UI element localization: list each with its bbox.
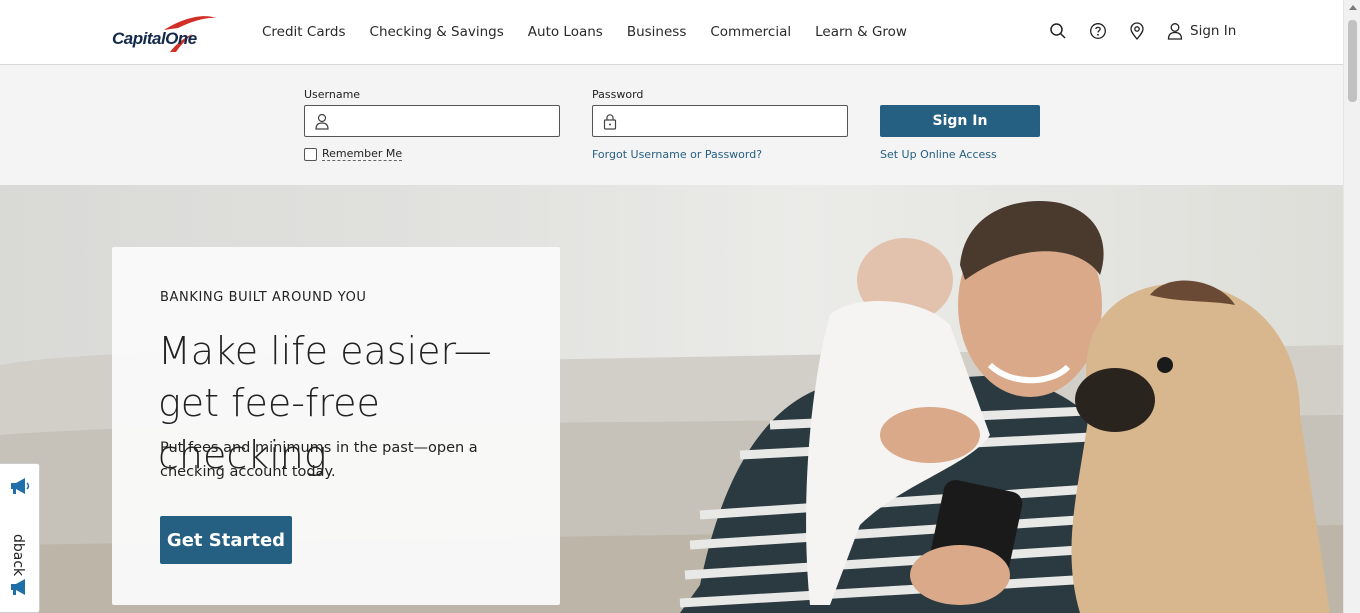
location-icon	[1130, 22, 1144, 40]
password-label: Password	[592, 88, 644, 101]
hero-subtext: Put fees and minimums in the past—open a…	[160, 440, 478, 480]
nav-item-auto-loans[interactable]: Auto Loans	[528, 24, 603, 40]
capital-one-logo[interactable]: CapitalOne	[112, 14, 224, 56]
help-button[interactable]	[1089, 22, 1107, 40]
lock-icon	[603, 114, 617, 130]
site-header: CapitalOne Credit Cards Checking & Savin…	[0, 0, 1343, 65]
username-label: Username	[304, 88, 361, 101]
scroll-up-icon[interactable]	[1349, 5, 1357, 10]
user-icon	[315, 113, 329, 130]
remember-me-checkbox[interactable]	[304, 147, 317, 161]
logo-text: CapitalOne	[112, 29, 197, 48]
hero-eyebrow: BANKING BUILT AROUND YOU	[160, 290, 367, 305]
hero-banner: BANKING BUILT AROUND YOU Make life easie…	[0, 185, 1343, 613]
help-icon	[1090, 23, 1106, 39]
feedback-label: dback	[10, 534, 26, 577]
main-nav: Credit Cards Checking & Savings Auto Loa…	[262, 24, 931, 40]
location-button[interactable]	[1129, 22, 1145, 40]
scrollbar-thumb[interactable]	[1348, 20, 1357, 102]
sign-in-button[interactable]: Sign In	[880, 105, 1040, 137]
nav-item-credit-cards[interactable]: Credit Cards	[262, 24, 346, 40]
megaphone-icon	[11, 579, 25, 595]
sign-in-label: Sign In	[1190, 23, 1237, 39]
setup-online-access-link[interactable]: Set Up Online Access	[880, 148, 997, 161]
feedback-tab[interactable]: dback	[0, 463, 40, 613]
remember-me-label: Remember Me	[322, 147, 403, 161]
search-icon	[1050, 23, 1066, 39]
nav-item-checking-savings[interactable]: Checking & Savings	[370, 24, 504, 40]
hero-card: BANKING BUILT AROUND YOU Make life easie…	[112, 247, 560, 605]
password-field[interactable]	[592, 105, 848, 137]
get-started-button[interactable]: Get Started	[160, 516, 292, 564]
forgot-credentials-link[interactable]: Forgot Username or Password?	[592, 148, 762, 161]
header-sign-in-link[interactable]: Sign In	[1167, 22, 1236, 40]
username-field[interactable]	[304, 105, 560, 137]
nav-item-learn-grow[interactable]: Learn & Grow	[815, 24, 907, 40]
login-bar: Username Password Sign In Remember Me Fo…	[0, 65, 1343, 185]
page-scrollbar[interactable]	[1343, 0, 1360, 613]
user-icon	[1167, 23, 1183, 40]
search-button[interactable]	[1049, 22, 1067, 40]
megaphone-icon	[11, 478, 30, 494]
nav-item-commercial[interactable]: Commercial	[710, 24, 791, 40]
remember-me[interactable]: Remember Me	[304, 147, 403, 161]
nav-item-business[interactable]: Business	[627, 24, 687, 40]
